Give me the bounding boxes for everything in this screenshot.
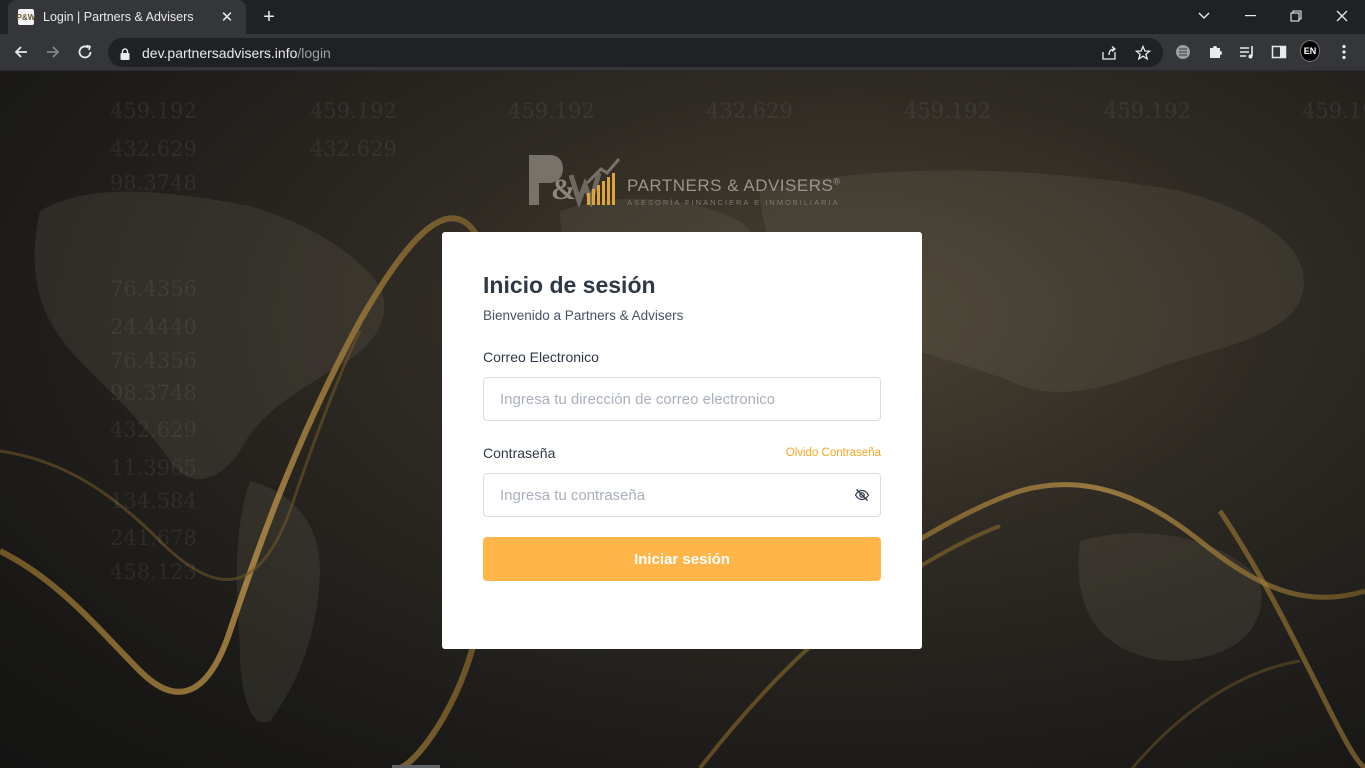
login-submit-button[interactable]: Iniciar sesión [483,537,881,581]
company-logo: & PARTNERS & ADVISERS® ASESORÍA FINANCIE… [527,151,840,207]
logo-mark-icon: & [529,155,621,207]
registered-mark: ® [833,176,841,187]
password-field[interactable] [500,486,864,504]
bg-number: 76.4356 [110,349,197,373]
browser-tabstrip: P&W Login | Partners & Advisers ✕ + [0,0,1365,34]
extensions-puzzle-icon[interactable] [1205,42,1225,62]
login-title: Inicio de sesión [483,272,656,298]
profile-initials: EN [1300,40,1320,62]
browser-toolbar: dev.partnersadvisers.info/login EN [0,34,1365,71]
address-bar[interactable]: dev.partnersadvisers.info/login [108,38,1163,67]
login-page: 459.192 432.629 98.3748 76.4356 24.4440 … [0,71,1365,768]
back-button[interactable] [8,39,34,65]
logo-text: PARTNERS & ADVISERS® ASESORÍA FINANCIERA… [627,176,840,207]
bg-number: 241.678 [110,526,197,550]
site-favicon-icon: P&W [17,9,35,25]
bg-number: 459.192 [904,99,991,123]
bg-number: 432.629 [110,137,197,161]
url-path: /login [297,44,331,61]
password-field-container [483,473,881,517]
close-window-button[interactable] [1319,0,1365,32]
url-text: dev.partnersadvisers.info/login [142,45,331,61]
tab-close-icon[interactable]: ✕ [218,8,236,26]
email-field[interactable] [500,390,864,408]
share-icon[interactable] [1099,43,1119,63]
bg-number: 432.629 [110,418,197,442]
bg-number: 459.192 [508,99,595,123]
bg-number: 459.192 [310,99,397,123]
toggle-password-visibility-icon[interactable] [854,487,870,508]
browser-tab[interactable]: P&W Login | Partners & Advisers ✕ [8,0,246,34]
bg-number: 76.4356 [110,277,197,301]
bg-number: 24.4440 [110,315,197,339]
media-queue-icon[interactable] [1237,42,1257,62]
bg-number: 11.3965 [110,456,197,480]
browser-menu-icon[interactable] [1334,42,1354,62]
side-panel-icon[interactable] [1269,42,1289,62]
new-tab-button[interactable]: + [258,6,280,28]
login-card: Inicio de sesión Bienvenido a Partners &… [442,232,922,649]
bg-number: 458.123 [110,560,197,584]
extension-globe-icon[interactable] [1173,42,1193,62]
bg-number: 432.629 [310,137,397,161]
minimize-button[interactable] [1227,0,1273,32]
reload-button[interactable] [72,39,98,65]
logo-tagline: ASESORÍA FINANCIERA E INMOBILIARIA [627,198,840,207]
bg-number: 459.192 [1302,99,1365,123]
bg-number: 98.3748 [110,171,197,195]
logo-name-text: PARTNERS & ADVISERS [627,176,834,195]
bg-number: 432.629 [706,99,793,123]
tab-search-icon[interactable] [1181,0,1227,32]
password-label-row: Contraseña Olvido Contraseña [483,445,881,461]
logo-name: PARTNERS & ADVISERS® [627,176,840,196]
forgot-password-link[interactable]: Olvido Contraseña [786,447,881,459]
lock-icon[interactable] [120,47,130,60]
forward-button[interactable] [40,39,66,65]
bg-number: 459.192 [110,99,197,123]
bg-number: 459.192 [1104,99,1191,123]
email-label: Correo Electronico [483,349,599,365]
password-label: Contraseña [483,445,556,461]
profile-avatar[interactable]: EN [1300,40,1320,62]
email-field-container [483,377,881,421]
tab-title: Login | Partners & Advisers [43,10,194,24]
bg-number: 98.3748 [110,381,197,405]
bg-number: 134.584 [110,489,197,513]
login-subtitle: Bienvenido a Partners & Advisers [483,308,684,323]
bookmark-star-icon[interactable] [1133,43,1153,63]
url-host: dev.partnersadvisers.info [142,44,298,61]
restore-button[interactable] [1273,0,1319,32]
